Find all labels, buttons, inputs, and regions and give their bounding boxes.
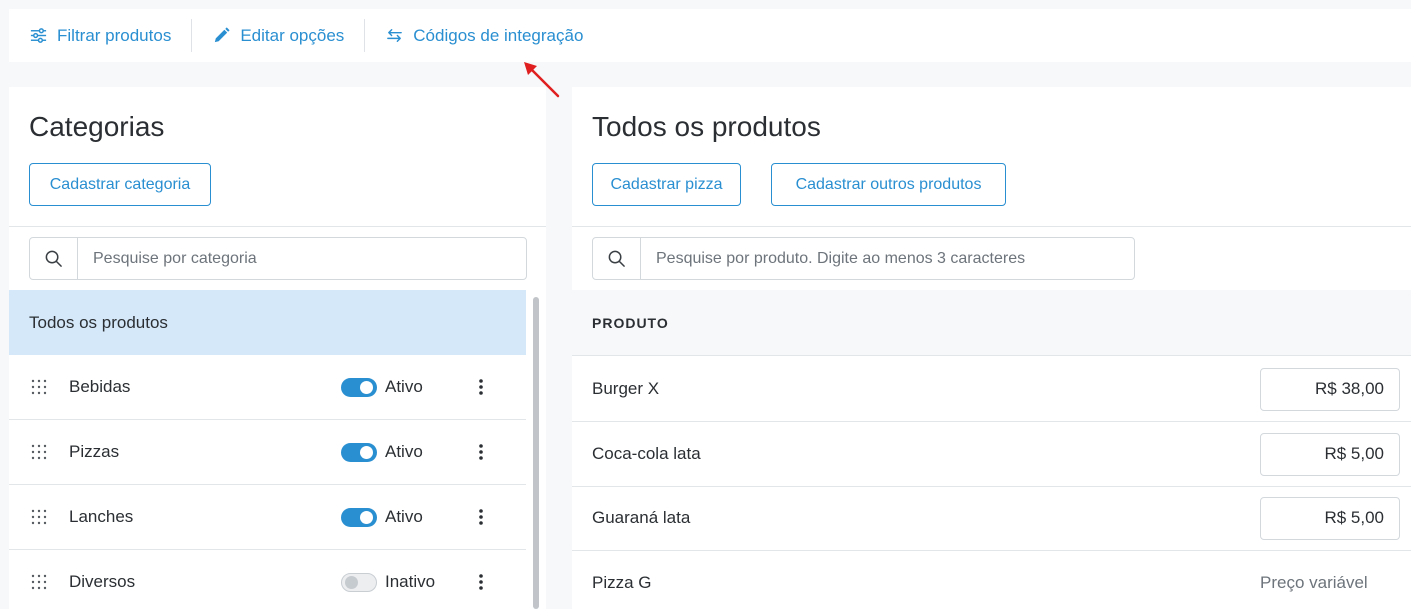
section-divider xyxy=(9,226,546,227)
more-options-icon[interactable] xyxy=(477,572,485,592)
products-panel: Todos os produtos Cadastrar pizza Cadast… xyxy=(572,87,1411,609)
more-options-icon[interactable] xyxy=(477,507,485,527)
sliders-icon xyxy=(30,28,47,43)
search-icon xyxy=(45,250,62,267)
pencil-icon xyxy=(215,27,230,43)
category-row-lanches[interactable]: Lanches Ativo xyxy=(9,485,526,550)
category-name: Bebidas xyxy=(69,377,131,396)
product-row[interactable]: Guaraná lata R$ 5,00 xyxy=(572,486,1411,551)
categories-panel: Categorias Cadastrar categoria Todos os … xyxy=(9,87,546,609)
drag-handle-icon[interactable] xyxy=(31,379,47,395)
category-status: Ativo xyxy=(385,507,423,526)
category-all-label: Todos os produtos xyxy=(29,312,168,332)
product-row[interactable]: Pizza G Preço variável xyxy=(572,550,1411,609)
category-scrollbar[interactable] xyxy=(533,297,539,609)
more-options-icon[interactable] xyxy=(477,442,485,462)
search-button[interactable] xyxy=(593,238,641,279)
product-price-field[interactable]: R$ 5,00 xyxy=(1260,432,1400,476)
product-price-field[interactable]: R$ 5,00 xyxy=(1260,496,1400,540)
search-button[interactable] xyxy=(30,238,78,279)
category-active-toggle[interactable] xyxy=(341,572,377,592)
top-toolbar: Filtrar produtos Editar opções Códigos d… xyxy=(9,9,1411,62)
more-options-icon[interactable] xyxy=(477,377,485,397)
edit-options-label: Editar opções xyxy=(240,25,345,45)
add-other-products-button[interactable]: Cadastrar outros produtos xyxy=(771,163,1006,206)
product-row[interactable]: Burger X R$ 38,00 xyxy=(572,357,1411,422)
category-search xyxy=(29,237,527,280)
categories-title: Categorias xyxy=(29,111,165,142)
drag-handle-icon[interactable] xyxy=(31,444,47,460)
category-row-pizzas[interactable]: Pizzas Ativo xyxy=(9,420,526,485)
swap-arrows-icon xyxy=(387,29,403,42)
toolbar-divider xyxy=(364,19,366,52)
integration-codes-button[interactable]: Códigos de integração xyxy=(385,9,583,62)
category-name: Pizzas xyxy=(69,442,120,461)
category-list: Todos os produtos Bebidas Ativo Pizzas A… xyxy=(9,290,526,609)
category-row-diversos[interactable]: Diversos Inativo xyxy=(9,550,526,609)
drag-handle-icon[interactable] xyxy=(31,574,47,590)
category-active-toggle[interactable] xyxy=(341,377,377,397)
category-active-toggle[interactable] xyxy=(341,507,377,527)
add-category-button[interactable]: Cadastrar categoria xyxy=(29,163,211,206)
integration-codes-label: Códigos de integração xyxy=(413,25,584,45)
category-name: Lanches xyxy=(69,507,134,526)
category-status: Ativo xyxy=(385,377,423,396)
product-name: Pizza G xyxy=(592,572,652,592)
product-name: Guaraná lata xyxy=(592,508,691,527)
category-search-input[interactable] xyxy=(78,238,526,279)
section-divider xyxy=(572,226,1411,227)
variable-price-label: Preço variável xyxy=(1260,572,1368,592)
category-active-toggle[interactable] xyxy=(341,442,377,462)
product-column-header: PRODUTO xyxy=(572,290,1411,356)
category-name: Diversos xyxy=(69,572,136,591)
category-status: Inativo xyxy=(385,572,436,591)
products-title: Todos os produtos xyxy=(592,111,821,142)
product-name: Coca-cola lata xyxy=(592,444,701,463)
toolbar-divider xyxy=(191,19,193,52)
product-price-field[interactable]: R$ 38,00 xyxy=(1260,367,1400,411)
filter-products-button[interactable]: Filtrar produtos xyxy=(29,9,171,62)
filter-products-label: Filtrar produtos xyxy=(57,25,172,45)
product-name: Burger X xyxy=(592,379,660,398)
category-row-bebidas[interactable]: Bebidas Ativo xyxy=(9,355,526,420)
category-status: Ativo xyxy=(385,442,423,461)
drag-handle-icon[interactable] xyxy=(31,509,47,525)
product-row[interactable]: Coca-cola lata R$ 5,00 xyxy=(572,422,1411,487)
search-icon xyxy=(608,250,625,267)
product-search xyxy=(592,237,1135,280)
edit-options-button[interactable]: Editar opções xyxy=(212,9,344,62)
product-search-input[interactable] xyxy=(641,238,1134,279)
category-all-products[interactable]: Todos os produtos xyxy=(9,290,526,355)
add-pizza-button[interactable]: Cadastrar pizza xyxy=(592,163,741,206)
